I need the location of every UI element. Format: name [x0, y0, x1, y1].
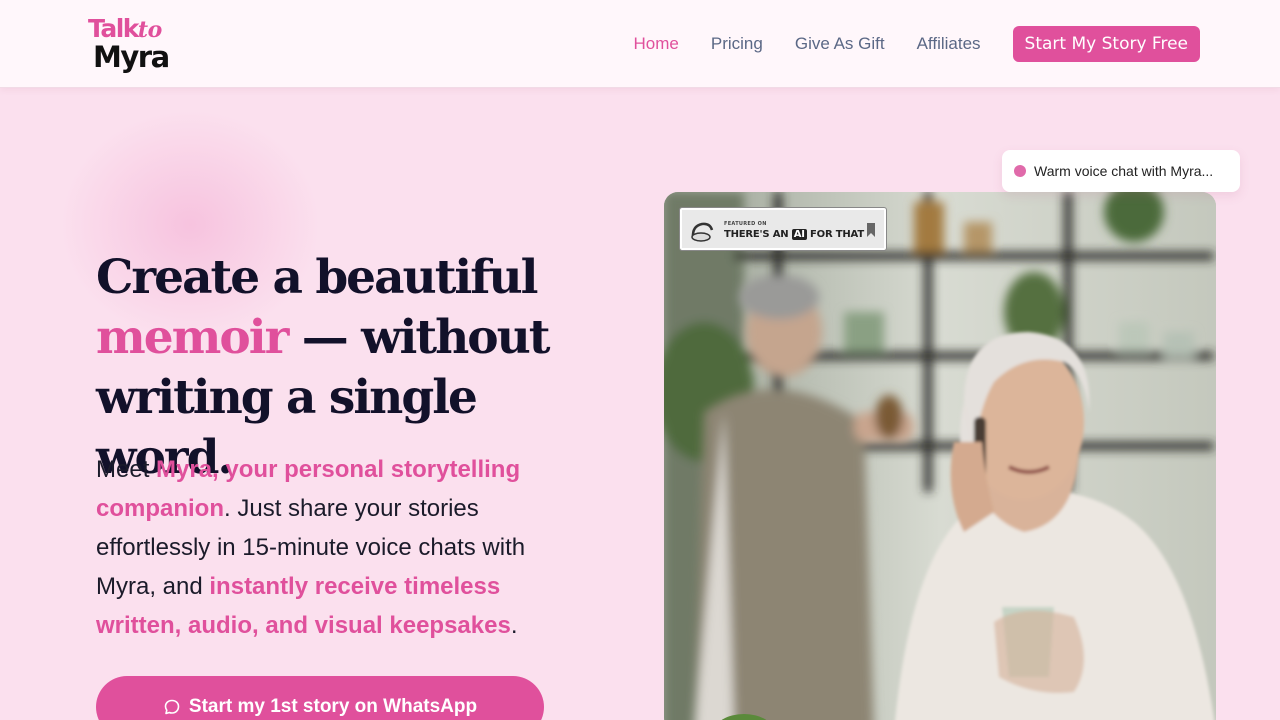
logo-line-2: Myra [93, 40, 170, 74]
logo-line-1: Talkto [88, 14, 162, 43]
badge-main-text: THERE'S AN AI FOR THAT [724, 229, 864, 240]
start-story-button[interactable]: Start My Story Free [1012, 26, 1200, 62]
nav-pricing[interactable]: Pricing [711, 34, 763, 54]
nav-home[interactable]: Home [634, 34, 679, 54]
description-prefix: Meet [96, 456, 157, 483]
status-chip: Warm voice chat with Myra... [1002, 150, 1240, 192]
description-suffix: . [510, 612, 518, 639]
hero-photo [664, 192, 1216, 720]
badge-suffix: FOR THAT [806, 229, 864, 240]
chat-bubble-icon [164, 699, 180, 715]
hero-description: Meet Myra, your personal storytelling co… [96, 450, 576, 645]
whatsapp-start-button[interactable]: Start my 1st story on WhatsApp [96, 676, 544, 720]
headline-highlight: memoir [96, 310, 289, 365]
headline-part-1: Create a beautiful [96, 250, 539, 305]
whatsapp-button-label: Start my 1st story on WhatsApp [188, 696, 478, 717]
badge-prefix: THERE'S AN [724, 229, 792, 240]
bookmark-icon [867, 223, 875, 237]
badge-small-text: FEATURED ON [724, 221, 767, 227]
badge-ai: AI [791, 229, 807, 240]
status-chip-text: Warm voice chat with Myra... [1034, 163, 1214, 179]
main-nav: Home Pricing Give As Gift Affiliates Sta… [634, 26, 1200, 62]
robot-arm-icon [691, 222, 714, 242]
featured-on-badge[interactable]: FEATURED ON THERE'S AN AI FOR THAT [679, 207, 887, 251]
nav-affiliates[interactable]: Affiliates [917, 34, 981, 54]
nav-give-as-gift[interactable]: Give As Gift [795, 34, 885, 54]
site-header: Talkto Myra Home Pricing Give As Gift Af… [0, 0, 1280, 88]
logo[interactable]: Talkto Myra [88, 14, 188, 74]
status-dot-icon [1014, 165, 1026, 177]
